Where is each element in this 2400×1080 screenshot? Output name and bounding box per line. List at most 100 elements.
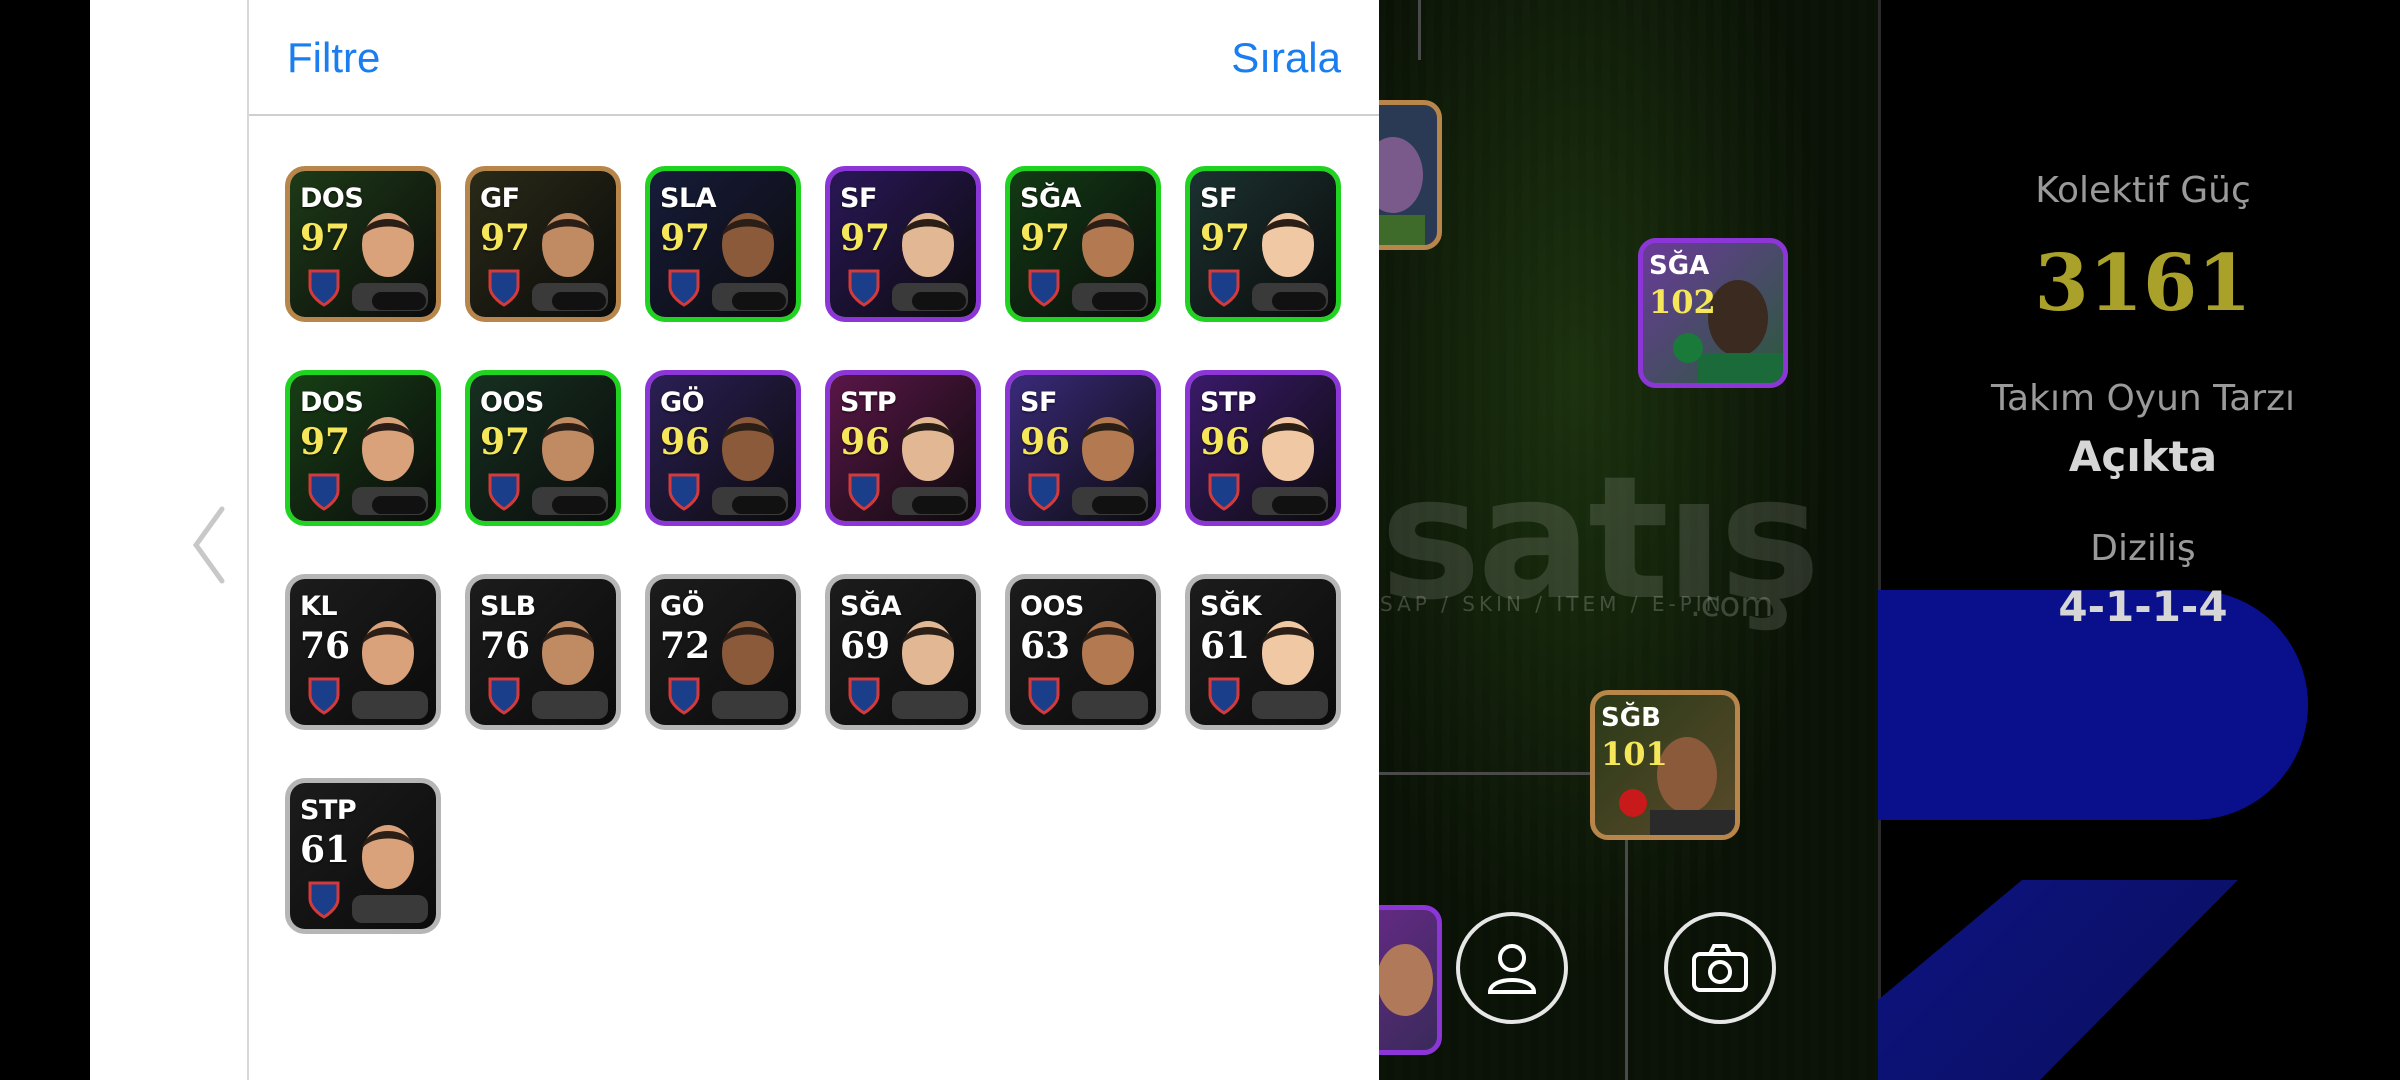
player-position: OOS [480,387,544,418]
player-rating: 76 [480,625,531,667]
pitch-card-rating: 101 [1601,735,1668,773]
player-card[interactable]: STP 61 [285,778,441,934]
player-rating: 97 [480,217,531,259]
player-position: SF [1200,183,1237,214]
player-position: GF [480,183,520,214]
player-rating: 63 [1020,625,1071,667]
player-card[interactable]: SF 97 [825,166,981,322]
player-position: STP [1200,387,1257,418]
player-rating: 97 [1200,217,1251,259]
player-card[interactable]: DOS 97 [285,370,441,526]
player-position: GÖ [660,387,705,418]
player-rating: 96 [1020,421,1071,463]
card-badge [912,496,966,514]
club-crest-icon [488,677,520,715]
player-selection-panel: Filtre Sırala DOS 97 GF 97 SLA 97 SF 97 SĞA 97 SF 9… [249,0,1379,1080]
player-position: SF [1020,387,1057,418]
club-crest-icon [1028,269,1060,307]
player-card[interactable]: SĞA 97 [1005,166,1161,322]
player-card[interactable]: SĞK 61 [1185,574,1341,730]
club-crest-icon [668,677,700,715]
player-rating: 97 [1020,217,1071,259]
player-card[interactable]: GÖ 72 [645,574,801,730]
player-position: DOS [300,387,364,418]
club-crest-icon [848,473,880,511]
card-badge [732,292,786,310]
player-rating: 72 [660,625,711,667]
club-crest-icon [308,269,340,307]
club-crest-icon [1208,269,1240,307]
player-card[interactable]: OOS 63 [1005,574,1161,730]
player-card[interactable]: GÖ 96 [645,370,801,526]
player-card[interactable]: SF 97 [1185,166,1341,322]
player-card[interactable]: STP 96 [825,370,981,526]
watermark-domain: .com [1690,585,1774,625]
filter-button[interactable]: Filtre [287,34,380,82]
player-rating: 96 [840,421,891,463]
player-rating: 97 [660,217,711,259]
player-position: STP [300,795,357,826]
club-crest-icon [1208,677,1240,715]
card-badge [1272,292,1326,310]
player-position: SĞA [1020,183,1082,214]
club-crest-icon [1028,473,1060,511]
pitch-player-card[interactable]: SĞB 101 [1590,690,1740,840]
sort-button[interactable]: Sırala [1231,34,1341,82]
player-card[interactable]: STP 96 [1185,370,1341,526]
player-card[interactable]: SLA 97 [645,166,801,322]
player-position: SF [840,183,877,214]
team-style-value: Açıkta [2068,432,2218,481]
card-badge [1092,292,1146,310]
pitch-player-card[interactable]: SĞA 102 [1638,238,1788,388]
club-crest-icon [308,473,340,511]
player-card[interactable]: OOS 97 [465,370,621,526]
team-power-value: 3161 [2034,238,2252,329]
club-crest-icon [668,269,700,307]
player-rating: 97 [840,217,891,259]
player-card[interactable]: SLB 76 [465,574,621,730]
player-position: SLB [480,591,536,622]
player-rating: 97 [300,421,351,463]
team-style-label: Takım Oyun Tarzı [1991,378,2295,419]
player-position: SĞA [840,591,902,622]
camera-button[interactable] [1664,912,1776,1024]
player-position: STP [840,387,897,418]
team-power-label: Kolektif Güç [2035,170,2251,211]
card-badge [1092,496,1146,514]
player-card[interactable]: SF 96 [1005,370,1161,526]
player-position: OOS [1020,591,1084,622]
pitch-card-rating: 102 [1649,283,1716,321]
profile-icon [1487,944,1537,994]
player-rating: 61 [300,829,351,871]
club-crest-icon [1208,473,1240,511]
player-face-icon [1072,621,1148,719]
back-chevron-icon[interactable] [190,505,226,585]
card-badge [372,292,426,310]
watermark-subtext: SAP / SKIN / ITEM / E-PIN [1380,592,1725,616]
club-crest-icon [308,881,340,919]
card-badge [732,496,786,514]
card-badge [552,496,606,514]
club-crest-icon [308,677,340,715]
player-position: DOS [300,183,364,214]
player-card[interactable]: DOS 97 [285,166,441,322]
player-rating: 76 [300,625,351,667]
player-position: SLA [660,183,717,214]
club-crest-icon [488,269,520,307]
player-face-icon [892,621,968,719]
player-rating: 69 [840,625,891,667]
player-position: GÖ [660,591,705,622]
player-card[interactable]: SĞA 69 [825,574,981,730]
player-face-icon [352,825,428,923]
club-crest-icon [848,269,880,307]
player-card[interactable]: GF 97 [465,166,621,322]
player-position: SĞK [1200,591,1262,622]
camera-icon [1692,944,1748,992]
pitch-line [1418,0,1421,60]
profile-button[interactable] [1456,912,1568,1024]
player-card[interactable]: KL 76 [285,574,441,730]
player-rating: 97 [480,421,531,463]
panel-header: Filtre Sırala [249,0,1379,116]
player-rating: 61 [1200,625,1251,667]
formation-value: 4-1-1-4 [2058,582,2228,631]
